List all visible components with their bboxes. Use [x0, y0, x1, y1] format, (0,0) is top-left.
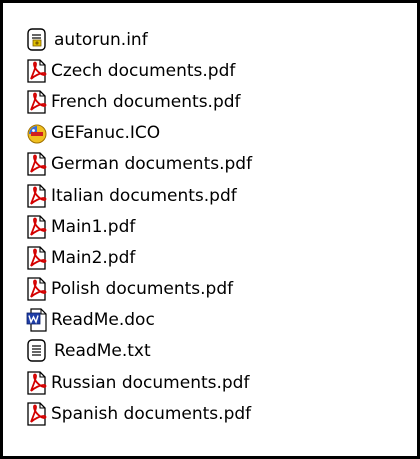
pdf-file-icon	[26, 402, 48, 426]
list-item[interactable]: Russian documents.pdf	[26, 367, 252, 398]
file-name: French documents.pdf	[51, 91, 241, 112]
list-item[interactable]: Italian documents.pdf	[26, 180, 252, 211]
list-item[interactable]: autorun.inf	[26, 24, 252, 55]
file-name: Russian documents.pdf	[51, 372, 250, 393]
pdf-file-icon	[26, 277, 48, 301]
file-name: Polish documents.pdf	[51, 279, 234, 300]
text-file-icon	[26, 339, 48, 363]
word-doc-icon	[26, 308, 48, 332]
file-name: Italian documents.pdf	[51, 185, 237, 206]
file-name: Czech documents.pdf	[51, 60, 236, 81]
list-item[interactable]: French documents.pdf	[26, 86, 252, 117]
list-item[interactable]: Polish documents.pdf	[26, 274, 252, 305]
file-name: Spanish documents.pdf	[51, 403, 252, 424]
pdf-file-icon	[26, 152, 48, 176]
file-list-pane: autorun.inf Czech documents.pdf French d…	[0, 0, 420, 459]
file-name: GEFanuc.ICO	[51, 123, 161, 144]
file-name: German documents.pdf	[51, 154, 253, 175]
pdf-file-icon	[26, 246, 48, 270]
file-list: autorun.inf Czech documents.pdf French d…	[26, 24, 252, 429]
list-item[interactable]: GEFanuc.ICO	[26, 118, 252, 149]
list-item[interactable]: German documents.pdf	[26, 149, 252, 180]
list-item[interactable]: ReadMe.txt	[26, 336, 252, 367]
file-name: Main2.pdf	[51, 247, 136, 268]
inf-file-icon	[26, 27, 48, 52]
list-item[interactable]: Main1.pdf	[26, 211, 252, 242]
pdf-file-icon	[26, 215, 48, 239]
pdf-file-icon	[26, 183, 48, 208]
pdf-file-icon	[26, 59, 48, 83]
ico-file-icon	[26, 121, 48, 145]
pdf-file-icon	[26, 90, 48, 114]
list-item[interactable]: Spanish documents.pdf	[26, 398, 252, 429]
frame-border-left	[0, 0, 3, 459]
file-name: ReadMe.txt	[54, 341, 151, 362]
pdf-file-icon	[26, 371, 48, 395]
file-name: ReadMe.doc	[51, 310, 155, 331]
file-name: autorun.inf	[54, 29, 148, 50]
list-item[interactable]: Czech documents.pdf	[26, 55, 252, 86]
file-name: Main1.pdf	[51, 216, 136, 237]
list-item[interactable]: ReadMe.doc	[26, 305, 252, 336]
frame-border-top	[0, 0, 420, 3]
list-item[interactable]: Main2.pdf	[26, 242, 252, 273]
